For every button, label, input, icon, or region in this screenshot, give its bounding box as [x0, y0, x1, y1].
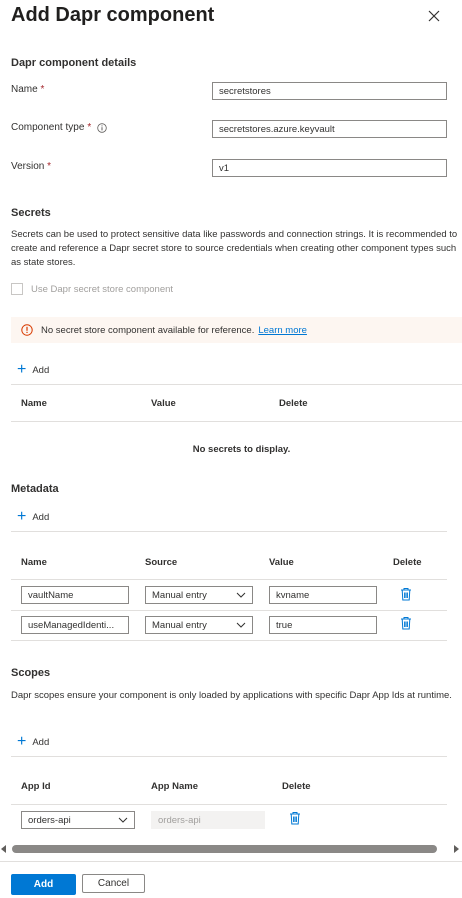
metadata-value-input[interactable]: kvname — [269, 586, 377, 604]
plus-icon: + — [17, 361, 27, 378]
footer-divider — [0, 861, 462, 862]
divider — [11, 531, 447, 532]
scroll-left-icon[interactable] — [0, 845, 8, 853]
divider — [11, 579, 447, 580]
metadata-col-source: Source — [145, 557, 178, 568]
secret-store-checkbox-row[interactable]: Use Dapr secret store component — [11, 283, 173, 295]
info-icon[interactable] — [97, 122, 107, 133]
scopes-col-delete: Delete — [282, 781, 311, 792]
warning-banner: No secret store component available for … — [11, 317, 462, 343]
add-metadata-label: Add — [32, 511, 50, 523]
add-metadata-button[interactable]: + Add — [17, 508, 50, 525]
version-input[interactable]: v1 — [212, 159, 447, 177]
horizontal-scrollbar[interactable] — [0, 843, 462, 855]
divider — [11, 804, 447, 805]
scroll-right-icon[interactable] — [452, 845, 460, 853]
secrets-empty-text: No secrets to display. — [192, 444, 291, 455]
name-label: Name * — [11, 84, 45, 95]
metadata-name-input[interactable]: useManagedIdenti... — [21, 616, 129, 634]
app-id-value: orders-api — [28, 814, 71, 826]
chevron-down-icon — [236, 622, 246, 628]
divider — [11, 610, 447, 611]
metadata-source-select[interactable]: Manual entry — [145, 616, 253, 634]
component-type-label: Component type * — [11, 122, 107, 133]
secrets-col-value: Value — [151, 398, 176, 409]
name-input[interactable]: secretstores — [212, 82, 447, 100]
close-button[interactable] — [424, 6, 444, 26]
metadata-name-input[interactable]: vaultName — [21, 586, 129, 604]
secret-store-checkbox-label: Use Dapr secret store component — [31, 283, 174, 295]
scopes-col-app-id: App Id — [21, 781, 51, 792]
add-button[interactable]: Add — [11, 874, 76, 895]
scopes-heading: Scopes — [11, 667, 51, 679]
secrets-description: Secrets can be used to protect sensitive… — [11, 229, 458, 268]
secret-store-checkbox[interactable] — [11, 283, 23, 295]
metadata-source-value: Manual entry — [152, 589, 207, 601]
warning-text: No secret store component available for … — [41, 324, 255, 336]
metadata-value-input[interactable]: true — [269, 616, 377, 634]
metadata-source-select[interactable]: Manual entry — [145, 586, 253, 604]
scopes-description: Dapr scopes ensure your component is onl… — [11, 690, 452, 701]
trash-icon[interactable] — [399, 586, 413, 602]
version-label: Version * — [11, 161, 52, 172]
metadata-source-value: Manual entry — [152, 619, 207, 631]
app-name-field: orders-api — [151, 811, 265, 829]
secrets-col-name: Name — [21, 398, 47, 409]
add-secret-button[interactable]: + Add — [17, 361, 50, 378]
close-icon — [428, 10, 440, 22]
scopes-col-app-name: App Name — [151, 781, 198, 792]
add-scope-button[interactable]: + Add — [17, 733, 50, 750]
scrollbar-thumb[interactable] — [12, 845, 437, 853]
component-type-input[interactable]: secretstores.azure.keyvault — [212, 120, 447, 138]
divider — [11, 640, 447, 641]
plus-icon: + — [17, 733, 27, 750]
warning-icon — [21, 324, 33, 336]
divider — [11, 384, 462, 385]
chevron-down-icon — [118, 817, 128, 823]
metadata-col-value: Value — [269, 557, 294, 568]
secrets-col-delete: Delete — [279, 398, 308, 409]
add-secret-label: Add — [32, 364, 50, 376]
details-heading: Dapr component details — [11, 57, 137, 69]
cancel-button[interactable]: Cancel — [82, 874, 145, 893]
trash-icon[interactable] — [288, 810, 302, 826]
chevron-down-icon — [236, 592, 246, 598]
plus-icon: + — [17, 508, 27, 525]
divider — [11, 756, 447, 757]
secrets-heading: Secrets — [11, 207, 51, 219]
app-id-select[interactable]: orders-api — [21, 811, 135, 829]
add-scope-label: Add — [32, 736, 50, 748]
metadata-heading: Metadata — [11, 483, 59, 495]
panel-title: Add Dapr component — [11, 4, 215, 26]
trash-icon[interactable] — [399, 615, 413, 631]
metadata-col-delete: Delete — [393, 557, 422, 568]
divider — [11, 421, 462, 422]
learn-more-link[interactable]: Learn more — [258, 325, 307, 336]
metadata-col-name: Name — [21, 557, 47, 568]
